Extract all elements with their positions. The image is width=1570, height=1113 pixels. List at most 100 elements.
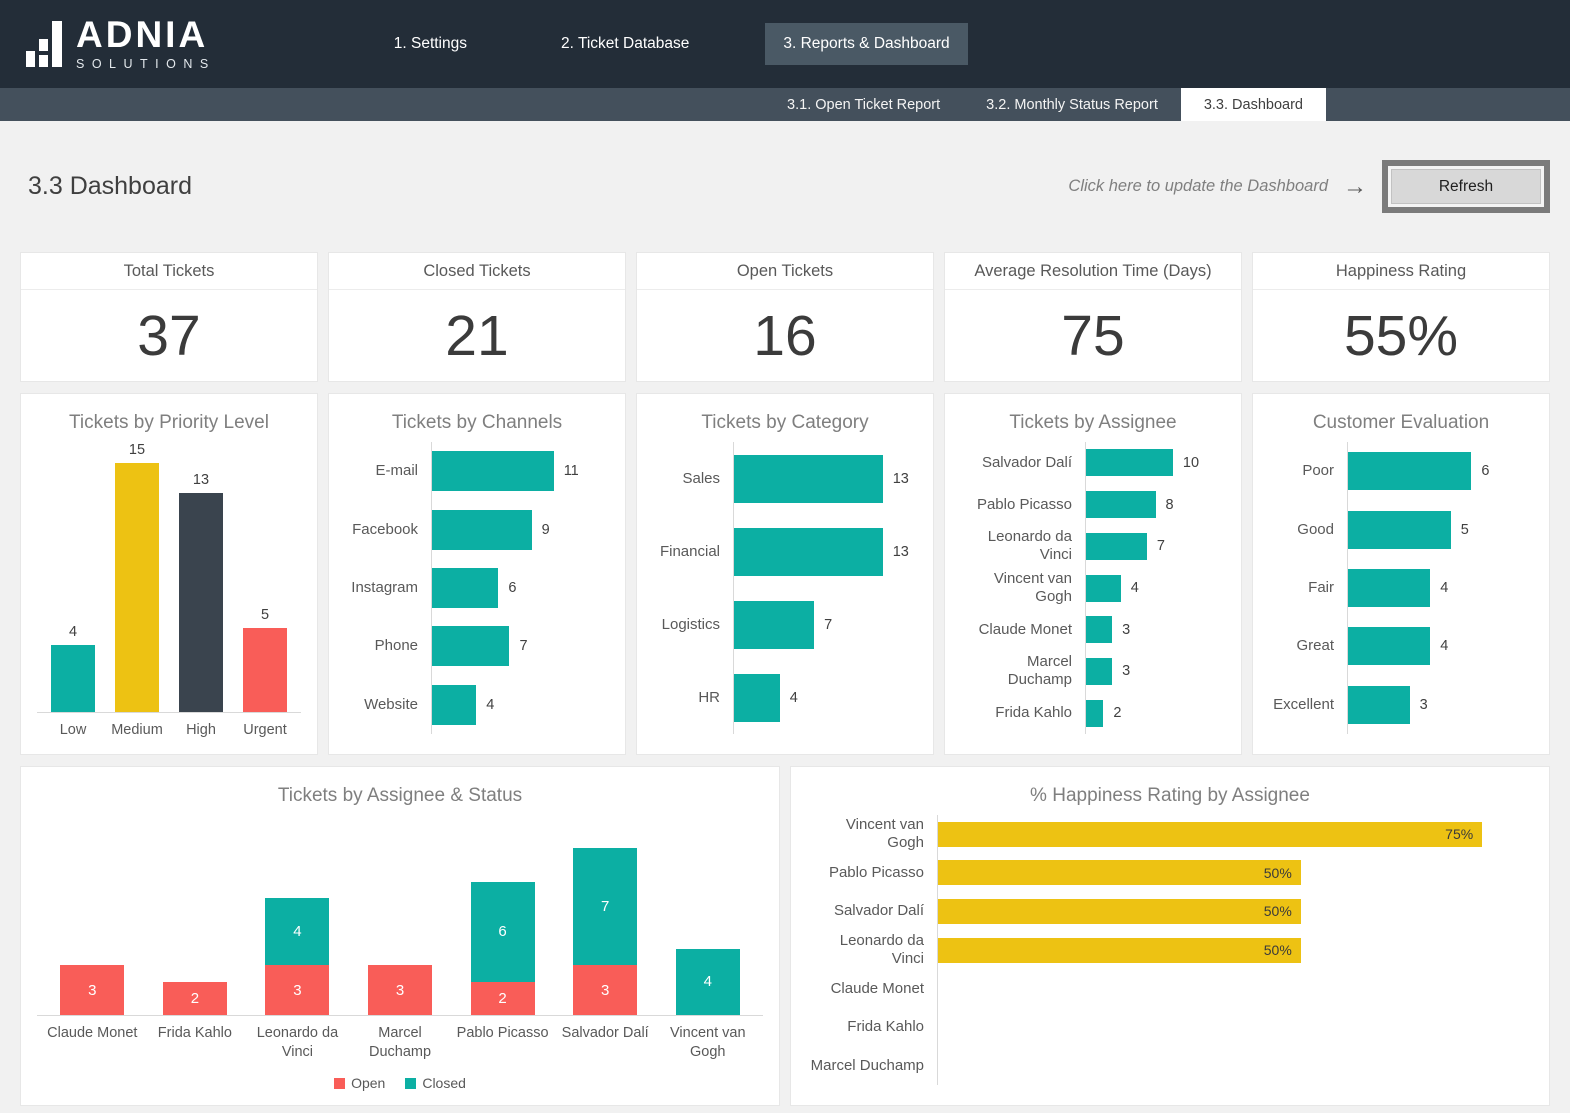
bar <box>1086 449 1173 476</box>
chart-title: Tickets by Category <box>653 412 917 434</box>
bar-row: Fair4 <box>1269 559 1533 617</box>
bar-track: 50% <box>937 931 1533 970</box>
category-label: Urgent <box>233 721 297 740</box>
category-label: High <box>169 721 233 740</box>
bar-track: 3 <box>1085 651 1225 693</box>
bar <box>734 674 780 722</box>
bar <box>432 685 476 725</box>
subnav-tab-open-ticket-report[interactable]: 3.1. Open Ticket Report <box>764 88 963 121</box>
bar <box>243 628 287 712</box>
value-label: 4 <box>1440 580 1448 596</box>
category-label: Salvador Dalí <box>554 1024 657 1062</box>
bar: 50% <box>938 860 1301 885</box>
bar <box>1086 658 1112 685</box>
category-label: Great <box>1269 637 1347 655</box>
bar-track: 75% <box>937 815 1533 854</box>
value-label: 4 <box>790 690 798 706</box>
bar-track: 6 <box>1347 442 1533 500</box>
bar <box>179 493 223 713</box>
bar-track: 5 <box>1347 500 1533 558</box>
kpi-value: 37 <box>21 290 317 381</box>
bar-track: 50% <box>937 854 1533 893</box>
bar-track: 50% <box>937 892 1533 931</box>
bar-track: 6 <box>431 559 609 617</box>
bar <box>734 455 883 503</box>
category-label: Marcel Duchamp <box>349 1024 452 1062</box>
kpi-value: 16 <box>637 290 933 381</box>
chart-title: Tickets by Assignee <box>961 412 1225 434</box>
category-label: Good <box>1269 521 1347 539</box>
kpi-title: Average Resolution Time (Days) <box>945 253 1241 290</box>
bar-segment-closed: 4 <box>676 949 740 1016</box>
bar-segment-closed: 7 <box>573 848 637 965</box>
bar-segment-open: 2 <box>471 982 535 1015</box>
value-label: 13 <box>893 544 909 560</box>
bar-track: 13 <box>733 442 917 515</box>
category-label: Frida Kahlo <box>807 1018 937 1036</box>
value-label: 50% <box>1264 903 1301 919</box>
value-label: 50% <box>1264 865 1301 881</box>
value-label: 7 <box>519 638 527 654</box>
value-label: 8 <box>1166 497 1174 513</box>
bar-track: 7 <box>1085 525 1225 567</box>
nav-tab-settings[interactable]: 1. Settings <box>376 23 485 65</box>
nav-tab-reports-dashboard[interactable]: 3. Reports & Dashboard <box>765 23 967 65</box>
refresh-button[interactable]: Refresh <box>1382 160 1550 213</box>
bar-track: 4 <box>733 661 917 734</box>
bar <box>115 463 159 712</box>
bar <box>1086 700 1103 727</box>
bar-row: Claude Monet <box>807 969 1533 1008</box>
value-label: 3 <box>1122 622 1130 638</box>
category-label: Claude Monet <box>807 980 937 998</box>
bar-column: 73 <box>554 815 657 1015</box>
stacked-bar: 73 <box>573 848 637 1015</box>
subnav-tab-monthly-status-report[interactable]: 3.2. Monthly Status Report <box>963 88 1181 121</box>
bar: 75% <box>938 822 1482 847</box>
stacked-bar: 3 <box>368 965 432 1015</box>
value-label: 4 <box>1131 580 1139 596</box>
bar-track <box>937 969 1533 1008</box>
bar-row: Frida Kahlo <box>807 1008 1533 1047</box>
subnav-tab-dashboard[interactable]: 3.3. Dashboard <box>1181 88 1326 121</box>
bar <box>432 568 498 608</box>
bar <box>1086 616 1112 643</box>
category-axis: Claude MonetFrida KahloLeonardo da Vinci… <box>37 1024 763 1062</box>
value-label: 13 <box>893 471 909 487</box>
bar-row: Excellent3 <box>1269 676 1533 734</box>
category-label: Instagram <box>345 579 431 597</box>
legend-label: Closed <box>422 1075 466 1091</box>
bar-row: HR 4 <box>653 661 917 734</box>
category-label: Frida Kahlo <box>961 704 1085 722</box>
bar <box>734 601 814 649</box>
bar-row: Marcel Duchamp <box>807 1046 1533 1085</box>
bar-row: Pablo Picasso8 <box>961 484 1225 526</box>
bar-row: Pablo Picasso50% <box>807 854 1533 893</box>
bar-segment-open: 3 <box>265 965 329 1015</box>
kpi-title: Total Tickets <box>21 253 317 290</box>
bar-row: Leonardo da Vinci50% <box>807 931 1533 970</box>
bar-track <box>937 1046 1533 1085</box>
bar-column: 3 <box>349 815 452 1015</box>
secondary-nav: 3.1. Open Ticket Report 3.2. Monthly Sta… <box>0 88 1570 121</box>
bar-chart: E-mail11Facebook9Instagram6Phone7Website… <box>345 442 609 740</box>
category-label: E-mail <box>345 462 431 480</box>
assignee-status-chart: 3243362734Claude MonetFrida KahloLeonard… <box>37 815 763 1091</box>
bar <box>1086 533 1147 560</box>
category-label: Sales <box>653 470 733 488</box>
chart-title: Tickets by Channels <box>345 412 609 434</box>
value-label: 3 <box>1122 663 1130 679</box>
bar-column: 15 <box>105 442 169 712</box>
bar-column: 3 <box>41 815 144 1015</box>
chart-card-assignee-status: Tickets by Assignee & Status 3243362734C… <box>20 766 780 1106</box>
bar-track: 8 <box>1085 484 1225 526</box>
happiness-by-assignee-chart: Vincent van Gogh75%Pablo Picasso50%Salva… <box>807 815 1533 1091</box>
chart-card-happiness-by-assignee: % Happiness Rating by Assignee Vincent v… <box>790 766 1550 1106</box>
nav-tab-ticket-database[interactable]: 2. Ticket Database <box>543 23 707 65</box>
bar-track: 4 <box>1347 559 1533 617</box>
bar-row: Poor6 <box>1269 442 1533 500</box>
bar-row: Facebook9 <box>345 500 609 558</box>
category-label: Facebook <box>345 521 431 539</box>
bar-row: Claude Monet3 <box>961 609 1225 651</box>
category-label: HR <box>653 689 733 707</box>
kpi-card-closed-tickets: Closed Tickets 21 <box>328 252 626 382</box>
